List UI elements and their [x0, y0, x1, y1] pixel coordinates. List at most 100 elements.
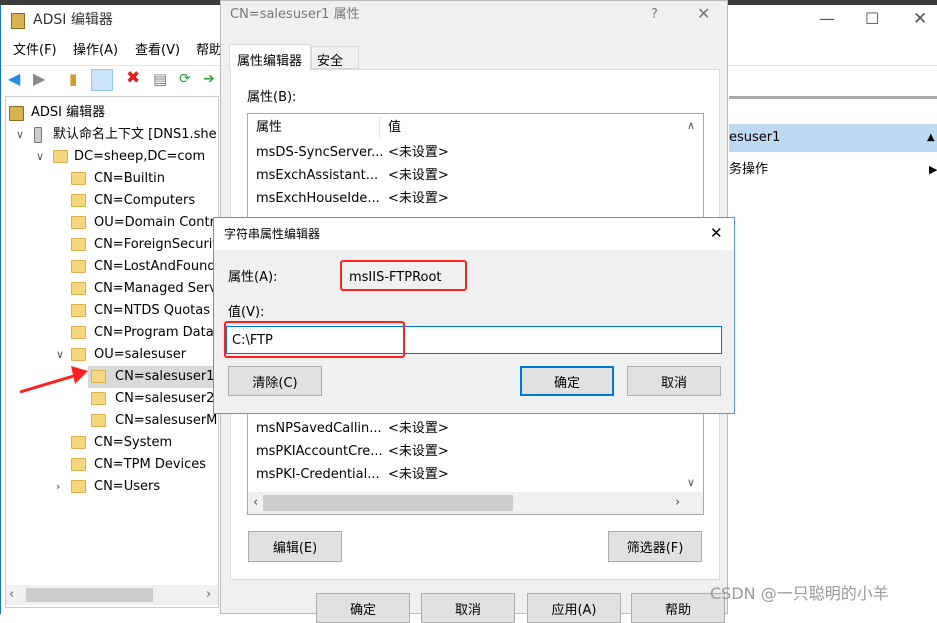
tree-item-label: CN=TPM Devices	[94, 457, 207, 472]
column-header-value[interactable]: 值	[388, 119, 401, 137]
watermark: CSDN @一只聪明的小羊	[710, 584, 889, 603]
tree-item[interactable]: OU=Domain Contr	[6, 212, 224, 234]
folder-icon	[71, 326, 86, 339]
close-button[interactable]: ✕	[710, 224, 723, 242]
tree-item[interactable]: ADSI 编辑器	[6, 102, 224, 124]
tree-item[interactable]: CN=Program Data	[6, 322, 224, 344]
up-folder-icon[interactable]: ▮	[69, 70, 77, 88]
more-actions[interactable]: 务操作	[729, 161, 768, 179]
ok-button[interactable]: 确定	[316, 593, 410, 623]
tab-security[interactable]: 安全	[311, 46, 359, 69]
scroll-right-icon[interactable]: ›	[675, 494, 680, 512]
scroll-left-icon[interactable]: ‹	[9, 586, 14, 604]
list-hscrollbar[interactable]: ‹ ›	[248, 492, 703, 514]
folder-icon	[71, 282, 86, 295]
adsi-icon	[9, 106, 24, 121]
attribute-value[interactable]: <未设置>	[388, 190, 449, 208]
tree-hscrollbar[interactable]: ‹ ›	[6, 585, 218, 605]
menu-action[interactable]: 操作(A)	[73, 42, 118, 60]
properties-icon[interactable]: ▤	[153, 70, 167, 88]
menu-file[interactable]: 文件(F)	[13, 42, 57, 60]
cancel-button[interactable]: 取消	[421, 593, 515, 623]
tree-item-label: CN=NTDS Quotas	[94, 303, 211, 318]
scroll-thumb[interactable]	[26, 588, 153, 602]
attribute-name[interactable]: msPKI-Credential...	[256, 466, 380, 484]
attribute-name[interactable]: msDS-SyncServer...	[256, 144, 384, 162]
tree-item-label: CN=salesuserM	[115, 413, 218, 428]
folder-icon	[71, 172, 86, 185]
delete-icon[interactable]: ✖	[126, 69, 140, 87]
tree-item-label: CN=Program Data	[94, 325, 214, 340]
chevron-right-icon[interactable]: ›	[56, 480, 60, 493]
tree-item[interactable]: CN=System	[6, 432, 224, 454]
column-header-attribute[interactable]: 属性	[256, 119, 282, 137]
show-hide-tree-icon[interactable]	[91, 69, 113, 91]
apply-button[interactable]: 应用(A)	[527, 593, 621, 623]
filter-button[interactable]: 筛选器(F)	[608, 531, 702, 562]
edit-button[interactable]: 编辑(E)	[248, 531, 342, 562]
cancel-button[interactable]: 取消	[627, 366, 721, 396]
tree-item[interactable]: › CN=Users	[6, 476, 224, 498]
folder-icon	[71, 304, 86, 317]
folder-icon	[91, 414, 106, 427]
attribute-highlight-box	[340, 260, 467, 291]
actions-header[interactable]: esuser1 ▲	[729, 124, 937, 152]
tab-attribute-editor[interactable]: 属性编辑器	[229, 44, 311, 70]
attribute-name[interactable]: msPKIAccountCre...	[256, 443, 383, 461]
tree-item[interactable]: CN=LostAndFound	[6, 256, 224, 278]
value-highlight-box	[224, 321, 405, 358]
help-button[interactable]: ?	[651, 6, 658, 24]
tree-item[interactable]: CN=TPM Devices	[6, 454, 224, 476]
attribute-value[interactable]: <未设置>	[388, 167, 449, 185]
collapse-icon[interactable]: ▲	[927, 129, 935, 147]
scroll-up-icon[interactable]: ∧	[687, 117, 695, 135]
tree-item[interactable]: ∨ DC=sheep,DC=com	[6, 146, 224, 168]
folder-icon	[53, 150, 68, 163]
attribute-name[interactable]: msExchAssistant...	[256, 167, 378, 185]
scroll-left-icon[interactable]: ‹	[253, 494, 258, 512]
attribute-label: 属性(A):	[228, 270, 278, 285]
tree-item[interactable]: CN=Builtin	[6, 168, 224, 190]
tree-item-label: CN=salesuser2	[115, 391, 215, 406]
tree-item-label: CN=LostAndFound	[94, 259, 216, 274]
editor-titlebar: 字符串属性编辑器 ✕	[214, 218, 734, 250]
maximize-button[interactable]: ☐	[865, 10, 879, 28]
menu-help[interactable]: 帮助	[196, 42, 222, 60]
chevron-down-icon[interactable]: ∨	[36, 150, 44, 163]
attribute-value[interactable]: <未设置>	[388, 443, 449, 461]
back-icon[interactable]: ◀	[8, 70, 20, 88]
attribute-value[interactable]: <未设置>	[388, 466, 449, 484]
close-button[interactable]: ✕	[697, 5, 710, 23]
attribute-name[interactable]: msNPSavedCallin...	[256, 420, 382, 438]
attribute-value[interactable]: <未设置>	[388, 144, 449, 162]
chevron-down-icon[interactable]: ∨	[16, 128, 24, 141]
menu-view[interactable]: 查看(V)	[135, 42, 180, 60]
scroll-right-icon[interactable]: ›	[206, 586, 211, 604]
tab-label: 安全	[317, 54, 344, 69]
tree-item-label: CN=Users	[94, 479, 161, 494]
tree-item[interactable]: CN=salesuserM	[6, 410, 224, 432]
attribute-value[interactable]: <未设置>	[388, 420, 449, 438]
close-button[interactable]: ✕	[913, 10, 927, 28]
attribute-name[interactable]: msExchHouseIde...	[256, 190, 380, 208]
forward-icon[interactable]: ▶	[33, 70, 45, 88]
tree-item[interactable]: CN=Computers	[6, 190, 224, 212]
clear-button[interactable]: 清除(C)	[228, 366, 322, 396]
column-divider[interactable]	[379, 116, 380, 140]
minimize-button[interactable]: —	[819, 10, 835, 28]
red-arrow-annotation	[19, 366, 88, 394]
tree-item[interactable]: CN=ForeignSecurit	[6, 234, 224, 256]
refresh-icon[interactable]: ⟳	[179, 70, 191, 88]
folder-icon	[71, 480, 86, 493]
export-icon[interactable]: ➔	[203, 70, 215, 88]
actions-header-label: esuser1	[729, 130, 781, 145]
tree-item-label: DC=sheep,DC=com	[74, 149, 206, 164]
tree-item-label: CN=salesuser1	[115, 369, 215, 384]
ok-button[interactable]: 确定	[520, 366, 614, 396]
tree-item[interactable]: ∨ 默认命名上下文 [DNS1.she	[6, 124, 224, 146]
folder-icon	[71, 436, 86, 449]
tree-item[interactable]: CN=NTDS Quotas	[6, 300, 224, 322]
tree-item[interactable]: CN=Managed Serv	[6, 278, 224, 300]
scroll-thumb[interactable]	[263, 495, 513, 511]
scroll-down-icon[interactable]: ∨	[687, 474, 695, 492]
